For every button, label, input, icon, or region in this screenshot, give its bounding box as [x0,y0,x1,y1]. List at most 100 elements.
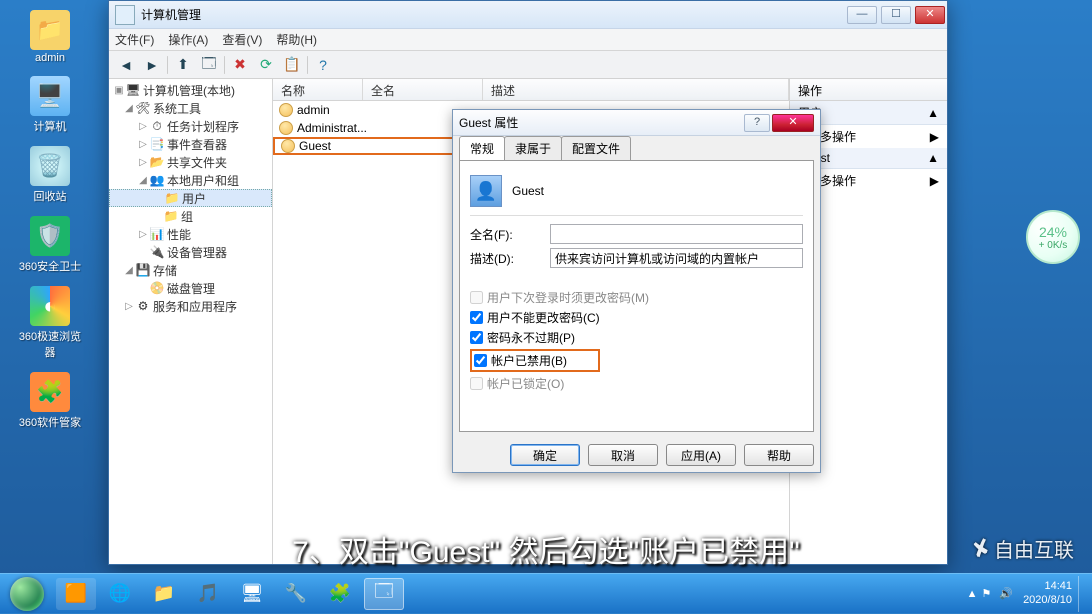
properties-icon[interactable]: 🗔 [198,54,220,76]
user-large-icon: 👤 [470,175,502,207]
show-desktop-button[interactable] [1078,576,1086,612]
menu-view[interactable]: 查看(V) [222,31,262,48]
cancel-button[interactable]: 取消 [588,444,658,466]
desktop-icon-360browser[interactable]: ◐ 360极速浏览器 [15,286,85,360]
cb-never-expire[interactable]: 密码永不过期(P) [470,329,803,346]
tree-services[interactable]: ▷⚙服务和应用程序 [109,297,272,315]
fullname-label: 全名(F): [470,226,540,243]
admin-label: admin [35,52,65,64]
menu-help[interactable]: 帮助(H) [276,31,317,48]
tree-devmgr[interactable]: 🔌设备管理器 [109,243,272,261]
taskbar-app3[interactable]: 📁 [144,578,184,610]
refresh-icon[interactable]: ⟳ [255,54,277,76]
taskbar-app6[interactable]: 🔧 [276,578,316,610]
taskbar-tray[interactable]: ▲ ⚑ 🔊 14:41 2020/8/10 [967,576,1092,612]
tray-icon[interactable]: ▲ [967,588,978,600]
nav-fwd-icon[interactable]: ► [141,54,163,76]
taskbar-clock[interactable]: 14:41 2020/8/10 [1023,580,1072,606]
speed-rate: + 0K/s [1039,240,1068,251]
collapse-icon: ▲ [927,151,939,165]
collapse-icon: ▲ [927,106,939,120]
dialog-button-row: 确定 取消 应用(A) 帮助 [453,438,820,472]
tree-groups[interactable]: 📁组 [109,207,272,225]
ok-button[interactable]: 确定 [510,444,580,466]
dialog-title: Guest 属性 [459,114,742,131]
tab-profile[interactable]: 配置文件 [561,136,631,160]
clock-time: 14:41 [1023,580,1072,593]
desktop-icon-recycle[interactable]: 🗑️ 回收站 [15,146,85,204]
up-icon[interactable]: ⬆ [172,54,194,76]
col-name[interactable]: 名称 [273,79,363,100]
tray-icon-net[interactable]: 🔊 [999,587,1013,600]
user-icon [281,139,295,153]
taskbar-app1[interactable]: 🟧 [56,578,96,610]
mmc-app-icon [115,5,135,25]
toolbar-sep3 [307,56,308,74]
menu-action[interactable]: 操作(A) [168,31,208,48]
dialog-username: Guest [512,184,544,198]
desktop-icon-computer[interactable]: 🖥️ 计算机 [15,76,85,134]
tree-shared[interactable]: ▷📂共享文件夹 [109,153,272,171]
desktop-icon-360guard[interactable]: 🛡️ 360安全卫士 [15,216,85,274]
desc-input[interactable] [550,248,803,268]
tree-systools[interactable]: ◢🛠系统工具 [109,99,272,117]
taskbar-app7[interactable]: 🧩 [320,578,360,610]
delete-icon[interactable]: ✖ [229,54,251,76]
maximize-button[interactable]: ☐ [881,6,911,24]
speed-widget[interactable]: 24% + 0K/s [1026,210,1080,264]
guest-properties-dialog: Guest 属性 ? ✕ 常规 隶属于 配置文件 👤 Guest 全名(F): … [452,109,821,473]
tab-strip: 常规 隶属于 配置文件 [453,136,820,160]
menu-file[interactable]: 文件(F) [115,31,154,48]
nav-back-icon[interactable]: ◄ [115,54,137,76]
tree-diskmgr[interactable]: 📀磁盘管理 [109,279,272,297]
watermark-icon: ✘ [968,533,994,564]
tree-perf[interactable]: ▷📊性能 [109,225,272,243]
help-icon[interactable]: ? [312,54,334,76]
cb-account-disabled[interactable]: 帐户已禁用(B) [470,349,600,372]
cb-must-change-pw: 用户下次登录时须更改密码(M) [470,289,803,306]
recycle-label: 回收站 [34,188,67,204]
tray-icon-flag[interactable]: ⚑ [981,587,991,600]
desktop-icon-admin[interactable]: 📁 admin [15,10,85,64]
clock-date: 2020/8/10 [1023,594,1072,607]
minimize-button[interactable]: — [847,6,877,24]
taskbar-app4[interactable]: 🎵 [188,578,228,610]
tree-users[interactable]: 📁用户 [109,189,272,207]
taskbar[interactable]: 🟧 🌐 📁 🎵 🖥 🔧 🧩 🗔 ▲ ⚑ 🔊 14:41 2020/8/10 [0,573,1092,613]
fullname-input[interactable] [550,224,803,244]
user-icon [279,121,293,135]
dialog-help-button[interactable]: ? [744,114,770,132]
browser360-label: 360极速浏览器 [15,328,85,360]
taskbar-app2[interactable]: 🌐 [100,578,140,610]
tree-storage[interactable]: ◢💾存储 [109,261,272,279]
tree-localusers[interactable]: ◢👥本地用户和组 [109,171,272,189]
tree-pane[interactable]: ▣🖥计算机管理(本地) ◢🛠系统工具 ▷⏱任务计划程序 ▷📑事件查看器 ▷📂共享… [109,79,273,564]
cb-cannot-change-pw[interactable]: 用户不能更改密码(C) [470,309,803,326]
close-button[interactable]: ✕ [915,6,945,24]
desc-label: 描述(D): [470,250,540,267]
toolbar-sep2 [224,56,225,74]
help-button[interactable]: 帮助 [744,444,814,466]
desktop-icons-column: 📁 admin 🖥️ 计算机 🗑️ 回收站 🛡️ 360安全卫士 ◐ 360极速… [0,0,100,570]
tab-member[interactable]: 隶属于 [504,136,562,160]
desktop-icon-360mgr[interactable]: 🧩 360软件管家 [15,372,85,430]
tree-eventviewer[interactable]: ▷📑事件查看器 [109,135,272,153]
taskbar-app5[interactable]: 🖥 [232,578,272,610]
tab-general[interactable]: 常规 [459,136,505,160]
mmc-titlebar[interactable]: 计算机管理 — ☐ ✕ [109,1,947,29]
tutorial-caption: 7、双击"Guest" 然后勾选"账户已禁用" [0,527,1092,571]
tree-root[interactable]: ▣🖥计算机管理(本地) [109,81,272,99]
cb-account-locked: 帐户已锁定(O) [470,375,803,392]
list-header: 名称 全名 描述 [273,79,789,101]
tab-panel-general: 👤 Guest 全名(F): 描述(D): 用户下次登录时须更改密码(M) 用户… [459,160,814,432]
start-button[interactable] [0,574,54,614]
mgr360-label: 360软件管家 [19,414,81,430]
dialog-close-button[interactable]: ✕ [772,114,814,132]
tree-scheduler[interactable]: ▷⏱任务计划程序 [109,117,272,135]
col-full[interactable]: 全名 [363,79,483,100]
col-desc[interactable]: 描述 [483,79,789,100]
taskbar-mmc[interactable]: 🗔 [364,578,404,610]
apply-button[interactable]: 应用(A) [666,444,736,466]
export-icon[interactable]: 📋 [281,54,303,76]
dialog-titlebar[interactable]: Guest 属性 ? ✕ [453,110,820,136]
